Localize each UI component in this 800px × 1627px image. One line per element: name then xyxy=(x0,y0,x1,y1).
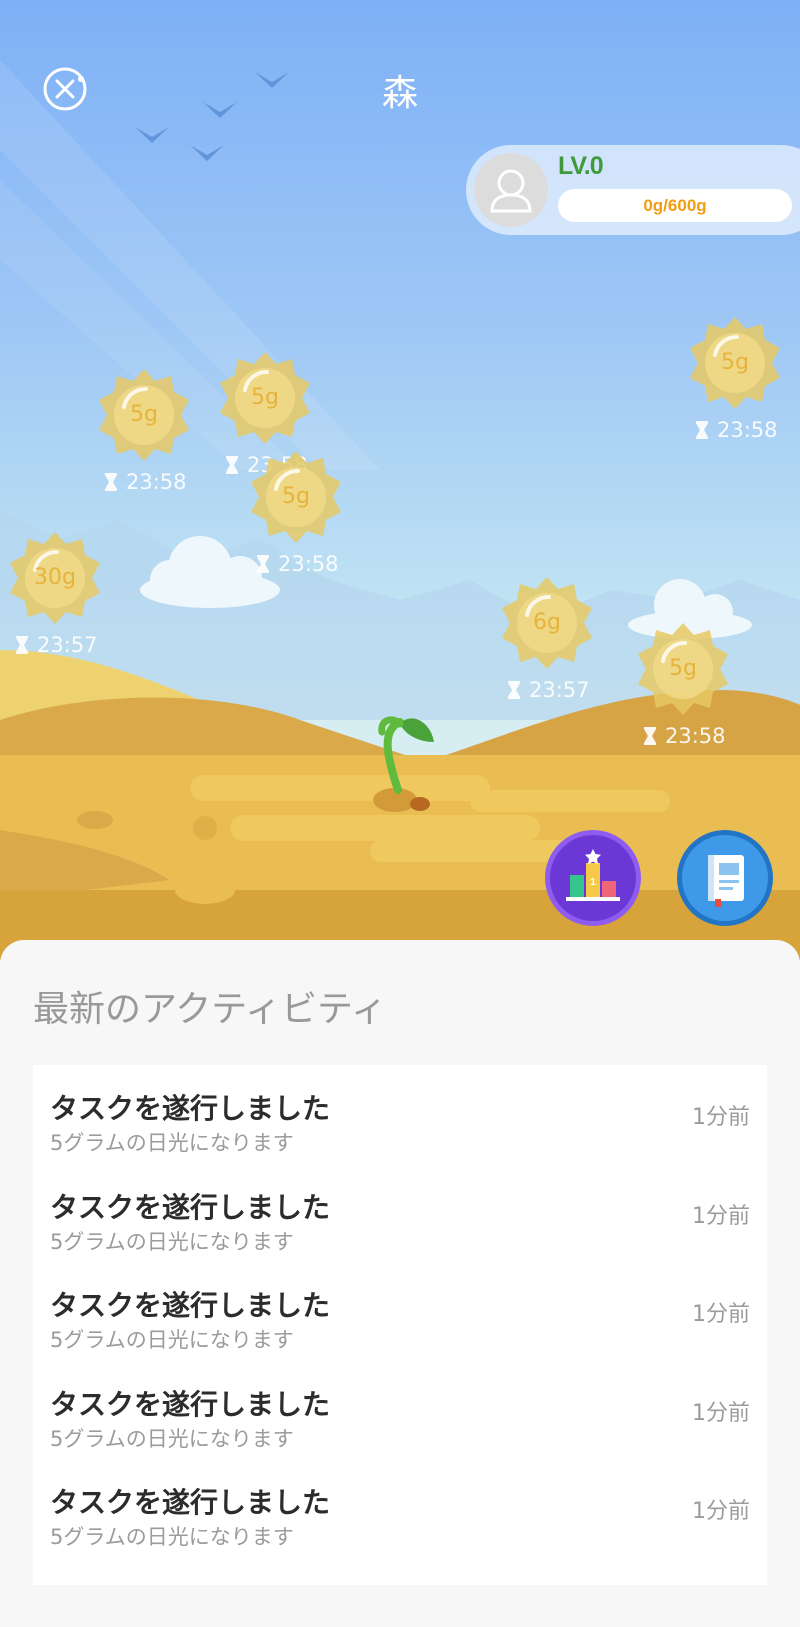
timer-text: 23:58 xyxy=(126,470,187,494)
sunlight-orb[interactable]: 5g xyxy=(633,619,733,719)
level-label: LV.0 xyxy=(558,152,604,180)
timer-text: 23:58 xyxy=(665,724,726,748)
xp-progress-bar: 0g/600g xyxy=(558,189,792,222)
activity-title: タスクを遂行しました xyxy=(50,1190,331,1224)
list-item[interactable]: タスクを遂行しました 5グラムの日光になります 1分前 xyxy=(33,1481,767,1580)
timer-text: 23:58 xyxy=(278,552,339,576)
list-item[interactable]: タスクを遂行しました 5グラムの日光になります 1分前 xyxy=(33,1186,767,1285)
activity-time: 1分前 xyxy=(692,1203,750,1229)
hourglass-icon xyxy=(508,681,520,699)
timer-text: 23:57 xyxy=(529,678,590,702)
activity-title: タスクを遂行しました xyxy=(50,1289,331,1322)
svg-text:1: 1 xyxy=(590,877,596,888)
section-title: 最新のアクティビティ xyxy=(33,989,387,1030)
sun-amount: 5g xyxy=(130,402,158,427)
timer-text: 23:58 xyxy=(717,418,778,442)
sun-amount: 6g xyxy=(533,610,561,635)
sunlight-orb[interactable]: 5g xyxy=(246,447,346,547)
podium-icon: 1 xyxy=(566,849,620,901)
sun-amount: 5g xyxy=(721,350,749,375)
activity-subtitle: 5グラムの日光になります xyxy=(50,1131,294,1155)
activity-subtitle: 5グラムの日光になります xyxy=(50,1426,294,1451)
sunlight-orb[interactable]: 6g xyxy=(497,573,597,673)
book-icon xyxy=(708,855,744,907)
sun-timer: 23:58 xyxy=(256,552,339,576)
sunlight-orb[interactable]: 5g xyxy=(685,313,785,413)
activity-time: 1分前 xyxy=(692,1400,750,1426)
sunlight-orb[interactable]: 30g xyxy=(5,528,105,628)
sun-timer: 23:58 xyxy=(104,470,187,494)
user-icon xyxy=(490,169,532,213)
timer-text: 23:57 xyxy=(37,633,98,657)
sun-amount: 5g xyxy=(282,484,310,509)
sun-amount: 30g xyxy=(34,565,76,590)
ranking-button[interactable]: 1 xyxy=(545,830,641,926)
activity-subtitle: 5グラムの日光になります xyxy=(50,1525,294,1549)
sun-amount: 5g xyxy=(251,385,279,410)
sun-timer: 23:58 xyxy=(643,724,726,748)
activity-sheet: 最新のアクティビティ タスクを遂行しました 5グラムの日光になります 1分前 タ… xyxy=(0,940,800,1627)
hourglass-icon xyxy=(644,727,656,745)
list-item[interactable]: タスクを遂行しました 5グラムの日光になります 1分前 xyxy=(33,1284,767,1383)
hourglass-icon xyxy=(257,555,269,573)
activity-title: タスクを遂行しました xyxy=(50,1486,331,1519)
avatar[interactable] xyxy=(474,153,548,227)
list-item[interactable]: タスクを遂行しました 5グラムの日光になります 1分前 xyxy=(33,1383,767,1482)
hourglass-icon xyxy=(696,421,708,439)
activity-title: タスクを遂行しました xyxy=(50,1092,331,1125)
sun-amount: 5g xyxy=(669,656,697,681)
xp-progress-text: 0g/600g xyxy=(643,196,707,215)
sun-timer: 23:58 xyxy=(695,418,778,442)
activity-time: 1分前 xyxy=(692,1302,750,1327)
sunlight-orb[interactable]: 5g xyxy=(94,365,194,465)
page-title: 森 xyxy=(381,73,418,114)
forest-scene: 森 LV.0 0g/600g 5g 23:58 5g 23:58 5g 23:5… xyxy=(0,0,800,960)
sunlight-orb[interactable]: 5g xyxy=(215,348,315,448)
hourglass-icon xyxy=(105,473,117,491)
activity-subtitle: 5グラムの日光になります xyxy=(50,1328,294,1352)
activity-time: 1分前 xyxy=(692,1105,750,1130)
activity-time: 1分前 xyxy=(692,1499,750,1524)
hourglass-icon xyxy=(16,636,28,654)
sun-timer: 23:57 xyxy=(15,633,98,657)
hourglass-icon xyxy=(226,456,238,474)
journal-button[interactable] xyxy=(677,830,773,926)
activity-subtitle: 5グラムの日光になります xyxy=(50,1229,294,1254)
list-item[interactable]: タスクを遂行しました 5グラムの日光になります 1分前 xyxy=(33,1087,767,1186)
activity-list[interactable]: タスクを遂行しました 5グラムの日光になります 1分前 タスクを遂行しました 5… xyxy=(33,1065,767,1585)
sun-timer: 23:57 xyxy=(507,678,590,702)
activity-title: タスクを遂行しました xyxy=(50,1387,331,1421)
